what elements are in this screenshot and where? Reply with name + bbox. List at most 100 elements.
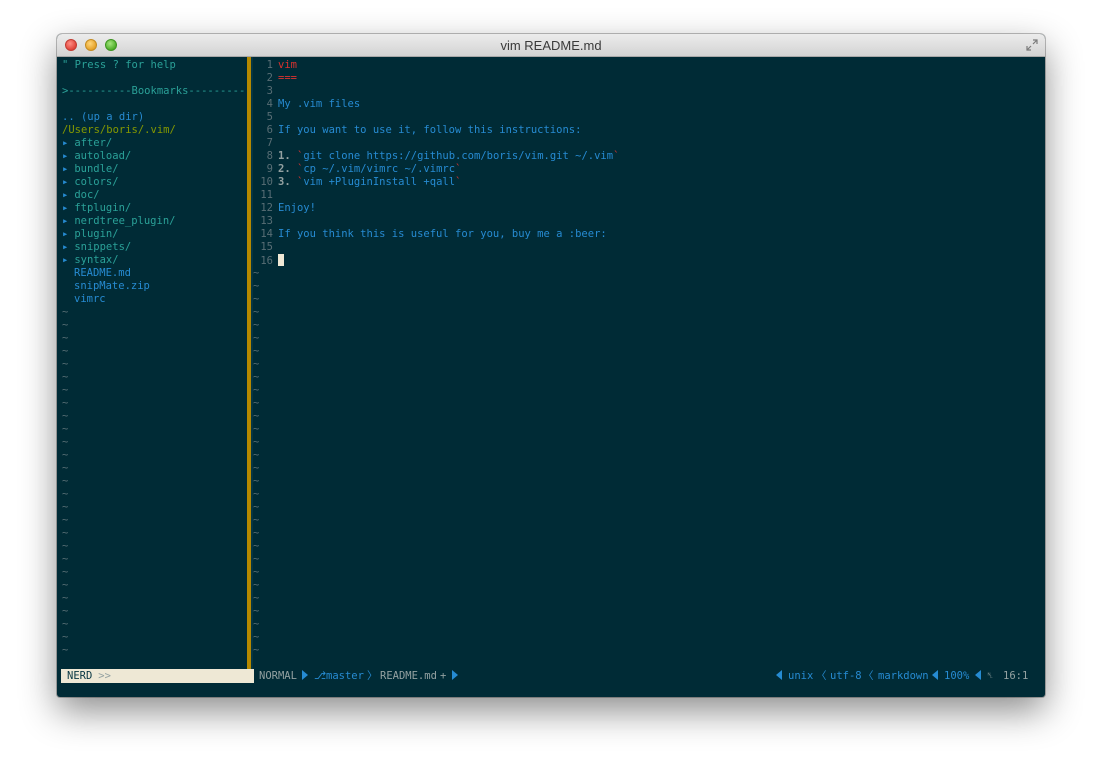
editor-line[interactable]: 16 bbox=[253, 254, 284, 267]
inline-code: `vim +PluginInstall +qall` bbox=[296, 176, 462, 188]
editor-line[interactable]: 3 bbox=[253, 85, 278, 98]
line-text: If you want to use it, follow this instr… bbox=[278, 124, 582, 136]
dir-collapsed-arrow-icon: ▸ bbox=[62, 228, 69, 240]
nerdtree-dir-label: syntax/ bbox=[74, 254, 119, 266]
inline-code: `cp ~/.vim/vimrc ~/.vimrc` bbox=[296, 163, 462, 175]
editor-line[interactable]: 13 bbox=[253, 215, 278, 228]
nerdtree-dir-item[interactable]: ▸ nerdtree_plugin/ bbox=[62, 215, 175, 228]
nerdtree-dir-label: ftplugin/ bbox=[74, 202, 132, 214]
empty-line-tilde: ~ bbox=[62, 488, 69, 500]
nerdtree-dir-item[interactable]: ▸ ftplugin/ bbox=[62, 202, 131, 215]
nerdtree-file-item[interactable]: snipMate.zip bbox=[74, 280, 150, 293]
editor-line[interactable]: 7 bbox=[253, 137, 278, 150]
file-encoding: utf-8 bbox=[830, 670, 862, 682]
empty-line-tilde: ~ bbox=[62, 306, 69, 318]
nerdtree-cwd[interactable]: /Users/boris/.vim/ bbox=[62, 124, 176, 137]
dir-collapsed-arrow-icon: ▸ bbox=[62, 189, 69, 201]
nerdtree-dir-item[interactable]: ▸ snippets/ bbox=[62, 241, 131, 254]
editor-pane[interactable]: 1 vim 2 === 3 4 My .vim files 5 6 If you want to … bbox=[253, 57, 1045, 675]
dir-collapsed-arrow-icon: ▸ bbox=[62, 202, 69, 214]
empty-line-tilde: ~ bbox=[62, 579, 69, 591]
editor-line[interactable]: 5 bbox=[253, 111, 278, 124]
nerdtree-dir-item[interactable]: ▸ colors/ bbox=[62, 176, 119, 189]
editor-line[interactable]: 12 Enjoy! bbox=[253, 202, 316, 215]
empty-line-tilde: ~ bbox=[253, 618, 260, 630]
line-number: 2 bbox=[266, 72, 273, 84]
powerline-arrow-right-icon bbox=[302, 670, 308, 680]
terminal-content[interactable]: " Press ? for help >----------Bookmarks-… bbox=[57, 57, 1045, 697]
powerline-arrow-left-icon bbox=[932, 670, 938, 680]
nerdtree-dir-item[interactable]: ▸ autoload/ bbox=[62, 150, 131, 163]
editor-line[interactable]: 9 2. `cp ~/.vim/vimrc ~/.vimrc` bbox=[253, 163, 462, 176]
editor-line[interactable]: 11 bbox=[253, 189, 278, 202]
mode-indicator: NORMAL bbox=[259, 670, 297, 682]
line-text: My .vim files bbox=[278, 98, 361, 110]
powerline-arrow-left-icon bbox=[975, 670, 981, 680]
empty-line-tilde: ~ bbox=[62, 371, 69, 383]
empty-line-tilde: ~ bbox=[253, 553, 260, 565]
empty-line-tilde: ~ bbox=[62, 397, 69, 409]
list-marker: 1. bbox=[278, 150, 291, 162]
dir-collapsed-arrow-icon: ▸ bbox=[62, 241, 69, 253]
nerdtree-dir-item[interactable]: ▸ syntax/ bbox=[62, 254, 119, 267]
empty-line-tilde: ~ bbox=[253, 436, 260, 448]
empty-line-tilde: ~ bbox=[253, 280, 260, 292]
empty-line-tilde: ~ bbox=[62, 462, 69, 474]
nerdtree-pane[interactable]: " Press ? for help >----------Bookmarks-… bbox=[57, 57, 252, 675]
dir-collapsed-arrow-icon: ▸ bbox=[62, 176, 69, 188]
nerdtree-dir-label: colors/ bbox=[74, 176, 119, 188]
line-number: 7 bbox=[266, 137, 273, 149]
nerdtree-dir-label: nerdtree_plugin/ bbox=[74, 215, 176, 227]
dir-collapsed-arrow-icon: ▸ bbox=[62, 137, 69, 149]
empty-line-tilde: ~ bbox=[253, 358, 260, 370]
nerdtree-dir-item[interactable]: ▸ bundle/ bbox=[62, 163, 119, 176]
nerdtree-dir-item[interactable]: ▸ plugin/ bbox=[62, 228, 119, 241]
nerdtree-help-hint: " Press ? for help bbox=[62, 59, 176, 71]
editor-line[interactable]: 15 bbox=[253, 241, 278, 254]
empty-line-tilde: ~ bbox=[62, 501, 69, 513]
list-marker: 2. bbox=[278, 163, 291, 175]
empty-line-tilde: ~ bbox=[253, 449, 260, 461]
nerdtree-file-item[interactable]: README.md bbox=[74, 267, 131, 280]
empty-line-tilde: ~ bbox=[253, 592, 260, 604]
empty-line-tilde: ~ bbox=[253, 423, 260, 435]
empty-line-tilde: ~ bbox=[62, 423, 69, 435]
editor-line[interactable]: 14 If you think this is useful for you, b… bbox=[253, 228, 606, 241]
empty-line-tilde: ~ bbox=[62, 605, 69, 617]
empty-line-tilde: ~ bbox=[253, 605, 260, 617]
nerdtree-dir-label: after/ bbox=[74, 137, 113, 149]
empty-line-tilde: ~ bbox=[253, 540, 260, 552]
nerdtree-dir-item[interactable]: ▸ doc/ bbox=[62, 189, 100, 202]
editor-line[interactable]: 10 3. `vim +PluginInstall +qall` bbox=[253, 176, 461, 189]
powerline-separator-left-icon: 〈 bbox=[816, 670, 827, 682]
nerdtree-bookmarks-header[interactable]: >----------Bookmarks---------- bbox=[62, 85, 252, 98]
editor-line[interactable]: 2 === bbox=[253, 72, 297, 85]
empty-line-tilde: ~ bbox=[253, 501, 260, 513]
line-number: 9 bbox=[266, 163, 273, 175]
powerline-separator-left-icon: 〈 bbox=[863, 670, 874, 682]
line-number: 11 bbox=[260, 189, 273, 201]
editor-line[interactable]: 6 If you want to use it, follow this inst… bbox=[253, 124, 582, 137]
status-filename: README.md bbox=[380, 670, 437, 682]
nerdtree-up-dir[interactable]: .. (up a dir) bbox=[62, 111, 144, 124]
empty-line-tilde: ~ bbox=[253, 345, 260, 357]
empty-line-tilde: ~ bbox=[62, 475, 69, 487]
nerdtree-dir-item[interactable]: ▸ after/ bbox=[62, 137, 112, 150]
empty-line-tilde: ~ bbox=[62, 436, 69, 448]
editor-line[interactable]: 4 My .vim files bbox=[253, 98, 361, 111]
empty-line-tilde: ~ bbox=[253, 631, 260, 643]
editor-line[interactable]: 8 1. `git clone https://github.com/boris/… bbox=[253, 150, 620, 163]
branch-icon: ⎇ bbox=[314, 670, 327, 682]
empty-line-tilde: ~ bbox=[253, 462, 260, 474]
powerline-separator-right-icon: 〉 bbox=[367, 670, 378, 682]
fullscreen-icon[interactable] bbox=[1025, 38, 1039, 52]
nerdtree-file-item[interactable]: vimrc bbox=[74, 293, 106, 306]
nerdtree-dir-label: doc/ bbox=[74, 189, 100, 201]
status-line: NERD >> NORMAL ⎇ master 〉 README.md + uni… bbox=[57, 669, 1045, 683]
cursor-position: 16:1 bbox=[1003, 670, 1029, 682]
editor-line[interactable]: 1 vim bbox=[253, 59, 297, 72]
empty-line-tilde: ~ bbox=[253, 579, 260, 591]
terminal-window: vim README.md " Press ? for help >------… bbox=[57, 34, 1045, 697]
editor-statusline: NORMAL ⎇ master 〉 README.md + unix 〈 utf… bbox=[259, 669, 1045, 683]
heading-underline: === bbox=[278, 72, 297, 84]
